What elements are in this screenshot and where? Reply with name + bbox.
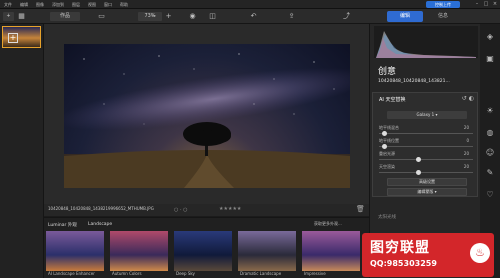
- histogram: [374, 26, 478, 58]
- flag-controls[interactable]: ○ · ○: [174, 207, 188, 213]
- slider-knob[interactable]: [381, 131, 387, 136]
- close-icon[interactable]: ×: [492, 1, 498, 7]
- preset-label: Deep Sky: [176, 271, 195, 276]
- catalog-button[interactable]: 作品: [50, 12, 80, 21]
- portrait-icon[interactable]: ☺: [485, 148, 495, 158]
- looks-panel: Luminar 外观 Landscape 获取更多外观... AI Landsc…: [44, 217, 369, 278]
- advanced-settings-button[interactable]: 高级设置: [387, 178, 467, 186]
- minimize-icon[interactable]: –: [474, 1, 480, 7]
- next-filter-title[interactable]: 太阳光线: [378, 214, 396, 220]
- slider-label-relight: 重启光源: [379, 151, 395, 156]
- watermark-title: 图穷联盟: [370, 240, 430, 256]
- zoom-minus-button[interactable]: −: [149, 12, 158, 21]
- slider-label-horizon-position: 地平线位置: [379, 138, 399, 143]
- tab-landscape[interactable]: Landscape: [88, 222, 112, 227]
- favorites-icon[interactable]: ♡: [485, 190, 495, 200]
- section-title: 创意: [378, 67, 397, 77]
- trash-icon[interactable]: 🗑: [356, 205, 365, 213]
- night-sky-tree-image: [64, 53, 350, 188]
- essentials-icon[interactable]: ☀: [485, 106, 495, 116]
- slider-sky-render[interactable]: [379, 170, 473, 175]
- add-photos-button[interactable]: +: [3, 12, 14, 21]
- filmstrip: +: [0, 24, 44, 278]
- upload-badge[interactable]: 控制上传: [426, 1, 460, 8]
- tab-edit[interactable]: 编辑: [387, 11, 423, 22]
- menu-edit[interactable]: 编辑: [20, 2, 28, 8]
- slider-horizon-blend[interactable]: [379, 131, 473, 136]
- image-canvas: [44, 24, 369, 204]
- slider-value-horizon-blend: 20: [463, 125, 469, 130]
- toolbar: + ▦ 作品 ▭ 73% − + ◉ ◫ ↶ ⇪ ⤴ 编辑 信息: [0, 9, 500, 24]
- visibility-toggle-icon[interactable]: ◐: [469, 95, 474, 102]
- menu-bar: 文件 编辑 图像 添加到 图层 视图 窗口 帮助 控制上传 – □ ×: [0, 0, 500, 9]
- export-icon[interactable]: ⤴: [342, 12, 351, 21]
- menu-file[interactable]: 文件: [4, 2, 12, 8]
- slider-label-sky-render: 天空渲染: [379, 164, 395, 169]
- canvas-icon[interactable]: ▣: [485, 54, 495, 64]
- slider-label-horizon-blend: 地平线混合: [379, 125, 399, 130]
- window-controls: – □ ×: [458, 1, 498, 8]
- pro-icon[interactable]: ✎: [485, 168, 495, 178]
- preset-label: Impressive: [304, 271, 326, 276]
- flame-logo-icon: ♨: [470, 243, 490, 263]
- menu-help[interactable]: 帮助: [120, 2, 128, 8]
- menu-add-to[interactable]: 添加到: [52, 2, 64, 8]
- add-image-icon[interactable]: +: [8, 33, 18, 43]
- selected-thumbnail[interactable]: +: [2, 26, 41, 48]
- ai-sky-title[interactable]: AI 天空替换: [379, 96, 406, 103]
- preset-label: AI Landscape Enhancer: [48, 271, 95, 276]
- edit-mask-button[interactable]: 编辑蒙版 ▾: [387, 188, 467, 196]
- slider-knob[interactable]: [381, 144, 387, 149]
- star-rating[interactable]: ★★★★★: [219, 206, 241, 212]
- layers-icon[interactable]: ◈: [485, 32, 495, 42]
- menu-window[interactable]: 窗口: [104, 2, 112, 8]
- slider-value-horizon-position: 0: [466, 138, 469, 143]
- watermark: 图穷联盟 QQ:985303259 ♨: [362, 233, 494, 277]
- preset-thumbnail: [238, 231, 296, 271]
- compare-icon[interactable]: ◫: [208, 12, 217, 21]
- preset-thumbnail: [174, 231, 232, 271]
- slider-relight[interactable]: [379, 157, 473, 162]
- undo-icon[interactable]: ↶: [249, 12, 258, 21]
- zoom-plus-button[interactable]: +: [164, 12, 173, 21]
- slider-horizon-position[interactable]: [379, 144, 473, 149]
- preset-ai-landscape-enhancer[interactable]: AI Landscape Enhancer: [46, 231, 104, 277]
- slider-knob[interactable]: [416, 157, 422, 162]
- preset-deep-sky[interactable]: Deep Sky: [174, 231, 232, 277]
- menu-layers[interactable]: 图层: [72, 2, 80, 8]
- watermark-qq: QQ:985303259: [370, 259, 437, 268]
- panel-filename: 10420848_10420848_143821...: [378, 79, 450, 84]
- preset-impressive[interactable]: Impressive: [302, 231, 366, 277]
- get-more-looks-link[interactable]: 获取更多外观...: [314, 221, 342, 227]
- tab-luminar-looks[interactable]: Luminar 外观: [48, 222, 77, 228]
- panel-controls: ↺ ◐: [462, 95, 474, 102]
- grid-icon[interactable]: ▦: [17, 12, 26, 21]
- ai-sky-replacement-panel: AI 天空替换 ↺ ◐ Galaxy 1 ▾ 地平线混合 20 地平线位置 0 …: [372, 92, 478, 197]
- reset-icon[interactable]: ↺: [462, 95, 467, 102]
- preset-thumbnail: [110, 231, 168, 271]
- tab-info[interactable]: 信息: [429, 11, 457, 22]
- maximize-icon[interactable]: □: [483, 1, 489, 7]
- slider-value-sky-render: 20: [463, 164, 469, 169]
- preset-thumbnail: [302, 231, 360, 271]
- main-photo[interactable]: [64, 44, 350, 188]
- creative-icon[interactable]: ◍: [485, 128, 495, 138]
- share-icon[interactable]: ⇪: [287, 12, 296, 21]
- preset-label: Autumn Colors: [112, 271, 142, 276]
- sky-selection-dropdown[interactable]: Galaxy 1 ▾: [387, 111, 467, 119]
- preset-thumbnail: [46, 231, 104, 271]
- photo-filename: 10420848_10420848_1438219996652_MTHUMB.J…: [48, 206, 154, 211]
- menu-view[interactable]: 视图: [88, 2, 96, 8]
- preset-autumn-colors[interactable]: Autumn Colors: [110, 231, 168, 277]
- catalog-label: 作品: [59, 13, 70, 19]
- panel-toggle-icon[interactable]: ▭: [97, 12, 106, 21]
- slider-knob[interactable]: [416, 170, 422, 175]
- photo-info-bar: 10420848_10420848_1438219996652_MTHUMB.J…: [44, 204, 369, 216]
- slider-value-relight: 20: [463, 151, 469, 156]
- preset-dramatic-landscape[interactable]: Dramatic Landscape: [238, 231, 296, 277]
- menu-image[interactable]: 图像: [36, 2, 44, 8]
- eye-icon[interactable]: ◉: [188, 12, 197, 21]
- preset-label: Dramatic Landscape: [240, 271, 282, 276]
